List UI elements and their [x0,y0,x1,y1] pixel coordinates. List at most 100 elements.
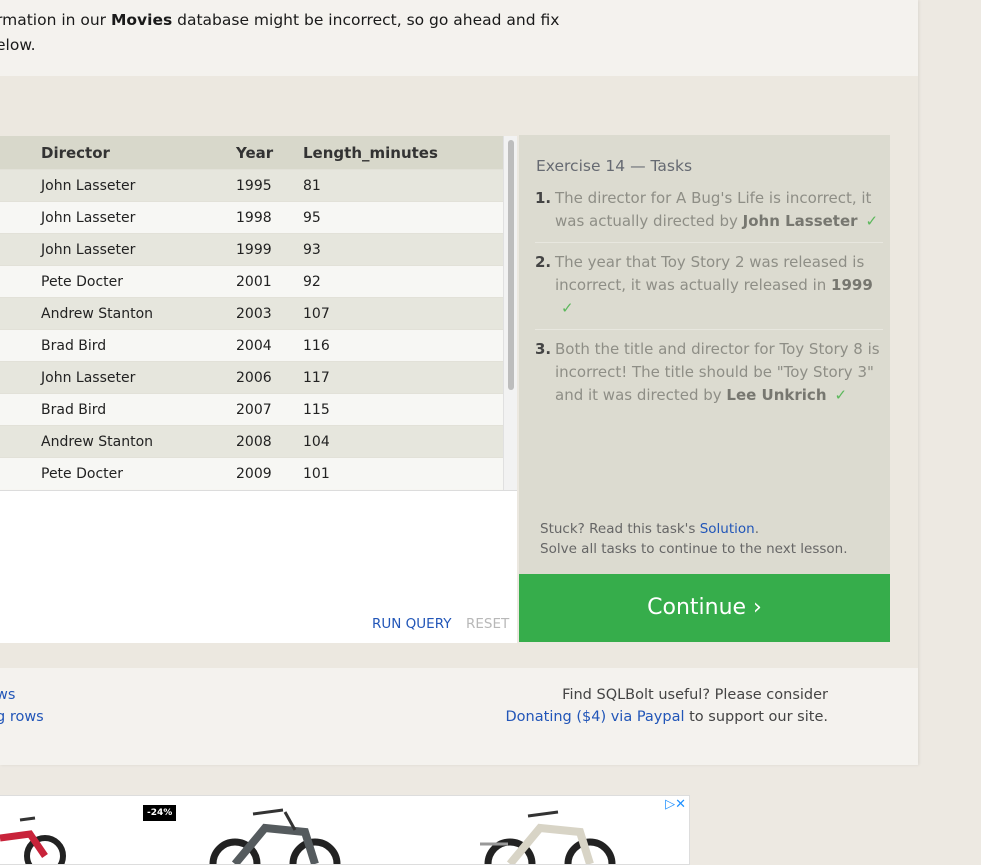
cell-year: 2007 [236,393,303,426]
reset-button[interactable]: RESET [466,616,509,632]
cell-director: Pete Docter [41,457,236,489]
check-icon: ✓ [834,386,848,404]
task-answer: Lee Unkrich [726,386,827,404]
table-row: Brad Bird 2007 115 [0,393,503,426]
cell-year: 2009 [236,457,303,489]
cell-title [0,457,41,489]
cell-title [0,201,41,234]
prev-lesson-link[interactable]: ws [0,684,44,706]
donate-link[interactable]: Donating ($4) via Paypal [506,709,685,725]
cell-length: 107 [303,297,503,330]
results-table-panel: Director Year Length_minutes John Lasset… [0,136,517,490]
task-number: 2. [535,253,552,271]
cell-director: Andrew Stanton [41,425,236,458]
cell-director: Pete Docter [41,265,236,298]
tasks-panel: Exercise 14 — Tasks 1. The director for A… [519,135,890,574]
intro-bold: Movies [110,11,173,29]
cell-length: 115 [303,393,503,426]
intro-text-part: rmation in our [0,11,111,29]
table-row: Pete Docter 2009 101 [0,457,503,489]
cell-director: Brad Bird [41,329,236,362]
column-header-length: Length_minutes [303,136,503,170]
scrollbar-thumb[interactable] [508,140,514,390]
intro-text: rmation in our Movies database might be … [0,8,596,58]
cell-title [0,393,41,426]
tasks-title: Exercise 14 — Tasks [536,157,693,175]
cell-year: 2008 [236,425,303,458]
table-row: Pete Docter 2001 92 [0,265,503,298]
query-editor[interactable]: RUN QUERY RESET [0,490,517,643]
support-text: to support our site. [684,709,828,725]
cell-year: 2001 [236,265,303,298]
table-row: John Lasseter 2006 117 [0,361,503,394]
stuck-help: Stuck? Read this task's Solution. Solve … [540,519,848,559]
cell-year: 2006 [236,361,303,394]
cell-length: 116 [303,329,503,362]
cell-title [0,265,41,298]
cell-title [0,297,41,330]
cell-length: 81 [303,169,503,202]
column-header-director: Director [41,136,236,170]
cell-title [0,169,41,202]
lesson-card: rmation in our Movies database might be … [0,0,918,765]
stuck-text-line2: Solve all tasks to continue to the next … [540,541,848,557]
table-row: Brad Bird 2004 116 [0,329,503,362]
cell-year: 1998 [236,201,303,234]
cell-year: 2003 [236,297,303,330]
cell-year: 2004 [236,329,303,362]
table-scrollbar[interactable] [503,136,517,490]
check-icon: ✓ [865,212,879,230]
continue-button[interactable]: Continue › [519,574,890,642]
cell-title [0,425,41,458]
cell-director: John Lasseter [41,361,236,394]
table-row: Andrew Stanton 2003 107 [0,297,503,330]
adchoices-icon[interactable]: ▷✕ [665,797,686,812]
intro-text-part: database might be incorrect, so go ahead… [172,11,560,29]
bike-image[interactable] [0,808,80,865]
table-header-row: Director Year Length_minutes [0,136,503,170]
intro-text-part: elow. [0,36,36,54]
cell-length: 101 [303,457,503,489]
task-number: 3. [535,340,552,358]
cell-title [0,329,41,362]
lesson-links: ws g rows [0,684,44,728]
cell-year: 1999 [236,233,303,266]
column-header-year: Year [236,136,303,170]
stuck-text: . [754,521,760,537]
task-answer: John Lasseter [742,212,858,230]
task-item: 3. Both the title and director for Toy St… [535,338,883,416]
next-lesson-link[interactable]: g rows [0,706,44,728]
task-item: 2. The year that Toy Story 2 was released… [535,251,883,330]
table-row: John Lasseter 1999 93 [0,233,503,266]
cell-title [0,233,41,266]
cell-director: Brad Bird [41,393,236,426]
cell-length: 92 [303,265,503,298]
ad-banner[interactable]: -24% ▷✕ [0,795,690,865]
table-row: Andrew Stanton 2008 104 [0,425,503,458]
stuck-text: Stuck? Read this task's [540,521,700,537]
cell-title [0,361,41,394]
task-text: The year that Toy Story 2 was released i… [555,253,865,294]
table-row: John Lasseter 1995 81 [0,169,503,202]
task-item: 1. The director for A Bug's Life is incor… [535,187,883,243]
cell-length: 93 [303,233,503,266]
bike-image[interactable] [195,806,345,865]
results-table: Director Year Length_minutes John Lasset… [0,136,503,489]
task-answer: 1999 [831,276,873,294]
run-query-button[interactable]: RUN QUERY [372,616,451,632]
support-note: Find SQLBolt useful? Please consider Don… [506,684,828,728]
cell-director: John Lasseter [41,201,236,234]
cell-length: 117 [303,361,503,394]
cell-director: John Lasseter [41,233,236,266]
cell-director: John Lasseter [41,169,236,202]
cell-length: 95 [303,201,503,234]
discount-badge: -24% [143,805,177,821]
task-number: 1. [535,189,552,207]
solution-link[interactable]: Solution [700,521,755,537]
task-list: 1. The director for A Bug's Life is incor… [535,187,883,424]
support-text: Find SQLBolt useful? Please consider [562,687,828,703]
task-text: Both the title and director for Toy Stor… [555,340,880,404]
lesson-intro: rmation in our Movies database might be … [0,0,918,76]
cell-director: Andrew Stanton [41,297,236,330]
bike-image[interactable] [470,806,620,865]
